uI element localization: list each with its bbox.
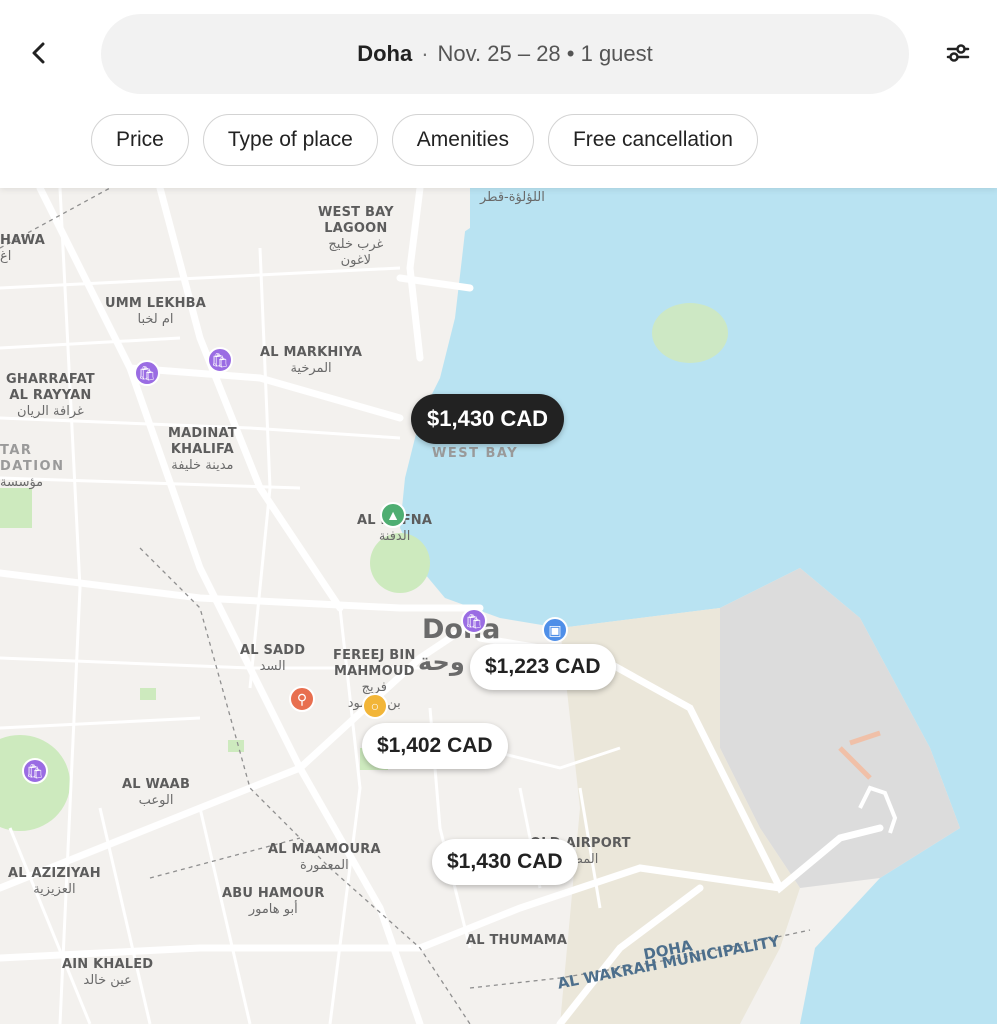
area-label-al-markhiya: AL MARKHIYA المرخية xyxy=(260,345,363,376)
area-label-al-maamoura: AL MAAMOURA المعمورة xyxy=(268,842,381,873)
museum-poi-icon[interactable]: ▣ xyxy=(542,617,568,643)
shopping-poi-icon[interactable]: 🛍 xyxy=(207,347,233,373)
city-label-arabic: وحة xyxy=(418,648,465,676)
search-separator: · xyxy=(421,41,429,66)
search-summary-button[interactable]: Doha · Nov. 25 – 28 • 1 guest xyxy=(101,14,909,94)
price-marker[interactable]: $1,223 CAD xyxy=(470,644,616,690)
filter-chip-price[interactable]: Price xyxy=(91,114,189,166)
landmark-poi-icon[interactable]: ○ xyxy=(362,693,388,719)
filters-button[interactable] xyxy=(935,30,981,76)
area-label-abu-hamour: ABU HAMOUR أبو هامور xyxy=(222,886,325,917)
area-label-madinat-khalifa: MADINAT KHALIFA مدينة خليفة xyxy=(168,426,237,473)
area-label-pearl: اللؤلؤة-قطر xyxy=(480,190,545,205)
area-label-ain-khaled: AIN KHALED عين خالد xyxy=(62,957,154,988)
search-location: Doha xyxy=(357,41,413,66)
area-label-gharrafat: GHARRAFAT AL RAYYAN غرافة الريان xyxy=(6,372,95,419)
shopping-poi-icon[interactable]: 🛍 xyxy=(461,608,487,634)
price-marker[interactable]: $1,402 CAD xyxy=(362,723,508,769)
shopping-poi-icon[interactable]: 🛍 xyxy=(22,758,48,784)
area-label-al-thumama: AL THUMAMA xyxy=(466,933,568,948)
area-label-west-bay: WEST BAY xyxy=(432,446,519,461)
area-label-hawa: HAWA اغ xyxy=(0,233,45,264)
chevron-left-icon xyxy=(32,42,45,64)
sliders-icon xyxy=(946,44,970,62)
filter-chip-free-cancellation[interactable]: Free cancellation xyxy=(547,114,758,166)
restaurant-poi-icon[interactable]: ⚲ xyxy=(289,686,315,712)
park-poi-icon[interactable]: ▲ xyxy=(380,502,406,528)
filter-chip-amenities[interactable]: Amenities xyxy=(391,114,534,166)
area-label-al-aziziyah: AL AZIZIYAH العزيزية xyxy=(8,866,101,897)
price-marker[interactable]: $1,430 CAD xyxy=(432,839,578,885)
map-view[interactable]: WEST BAY LAGOON غرب خليج لاغون اللؤلؤة-قط… xyxy=(0,188,997,1024)
shopping-poi-icon[interactable]: 🛍 xyxy=(134,360,160,386)
area-label-west-bay-lagoon: WEST BAY LAGOON غرب خليج لاغون xyxy=(318,205,394,268)
search-dates-guests: Nov. 25 – 28 • 1 guest xyxy=(437,41,653,66)
filter-chip-type-of-place[interactable]: Type of place xyxy=(202,114,378,166)
filter-chips: Price Type of place Amenities Free cance… xyxy=(91,114,758,166)
area-label-foundation: TAR DATION مؤسسة xyxy=(0,443,65,490)
search-header: Doha · Nov. 25 – 28 • 1 guest Price Type… xyxy=(0,0,997,188)
area-label-al-waab: AL WAAB الوعب xyxy=(122,777,191,808)
back-button[interactable] xyxy=(16,30,62,76)
area-label-al-sadd: AL SADD السد xyxy=(240,643,306,674)
price-marker-selected[interactable]: $1,430 CAD xyxy=(411,394,565,444)
area-label-umm-lekhba: UMM LEKHBA ام لخبا xyxy=(105,296,207,327)
